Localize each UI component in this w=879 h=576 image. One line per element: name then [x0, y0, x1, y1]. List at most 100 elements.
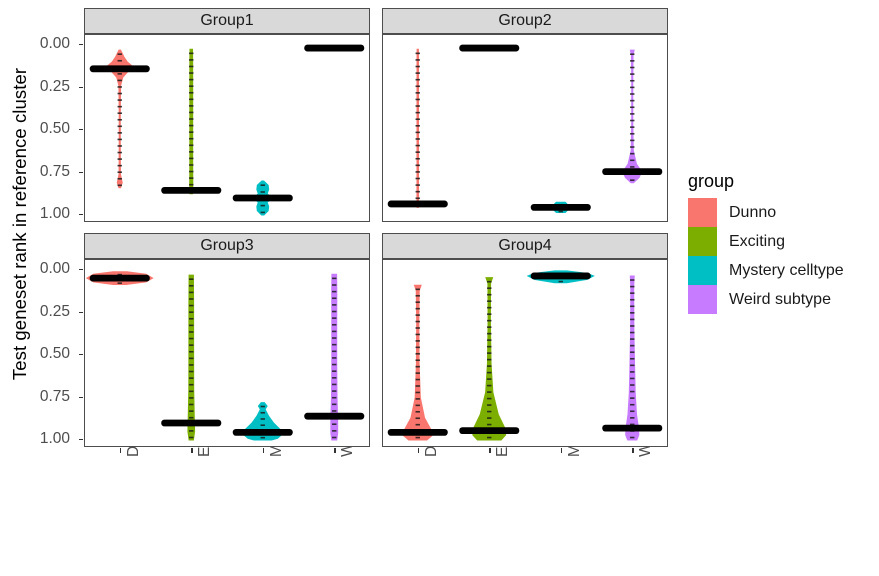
- data-point-tick: [189, 350, 194, 353]
- y-tick-label: 1.00: [39, 430, 70, 447]
- data-point-tick: [630, 338, 635, 340]
- data-point-tick: [630, 86, 635, 89]
- data-point-tick: [117, 105, 122, 108]
- data-point-tick: [487, 332, 492, 335]
- data-point-tick: [117, 145, 122, 147]
- data-point-tick: [260, 211, 265, 214]
- data-point-tick: [487, 365, 492, 367]
- data-point-tick: [117, 59, 122, 62]
- data-point-tick: [189, 98, 194, 101]
- facet-panel-group4: [382, 259, 668, 447]
- data-point-tick: [630, 126, 635, 128]
- data-point-tick: [332, 343, 337, 346]
- data-point-tick: [117, 73, 122, 75]
- median-crossbar: [232, 428, 293, 436]
- data-point-tick: [630, 179, 635, 181]
- data-point-tick: [415, 385, 420, 387]
- data-point-tick: [630, 364, 635, 367]
- data-point-tick: [332, 330, 337, 333]
- y-tick-label: 0.00: [39, 260, 70, 277]
- legend-item-weird-subtype[interactable]: Weird subtype: [688, 285, 844, 314]
- data-point-tick: [415, 301, 420, 304]
- data-point-tick: [630, 99, 635, 102]
- data-point-tick: [630, 397, 635, 399]
- data-point-tick: [189, 410, 194, 412]
- x-tick-mark: [417, 448, 420, 453]
- data-point-tick: [189, 124, 194, 127]
- data-point-tick: [630, 279, 635, 281]
- data-point-tick: [630, 344, 635, 347]
- data-point-tick: [189, 183, 194, 186]
- legend-item-dunno[interactable]: Dunno: [688, 198, 844, 227]
- data-point-tick: [487, 378, 492, 380]
- data-point-tick: [189, 317, 194, 320]
- data-point-tick: [189, 397, 194, 399]
- median-crossbar: [602, 424, 663, 432]
- data-point-tick: [415, 98, 420, 101]
- y-tick-mark: [79, 439, 83, 441]
- data-point-tick: [415, 288, 420, 291]
- data-point-tick: [415, 138, 420, 140]
- violin-weird-subtype: [602, 275, 663, 441]
- legend-item-label: Dunno: [729, 203, 777, 221]
- data-point-tick: [332, 370, 337, 372]
- data-point-tick: [332, 410, 337, 412]
- data-point-tick: [415, 346, 420, 349]
- data-point-tick: [189, 78, 194, 81]
- data-point-tick: [332, 396, 337, 399]
- data-point-tick: [189, 311, 194, 313]
- data-point-tick: [630, 312, 635, 314]
- data-point-tick: [189, 291, 194, 294]
- legend-items: Dunno Exciting Mystery celltype Weird subty…: [688, 198, 844, 314]
- data-point-tick: [260, 436, 265, 439]
- y-tick-label: 0.25: [39, 302, 70, 320]
- data-point-tick: [117, 138, 122, 141]
- data-point-tick: [630, 331, 635, 334]
- data-point-tick: [487, 436, 492, 439]
- violin-mystery-celltype: [232, 402, 293, 441]
- legend-swatch-icon: [688, 256, 717, 285]
- x-tick-mark: [334, 448, 336, 453]
- data-point-tick: [415, 164, 420, 167]
- data-point-tick: [415, 52, 420, 55]
- data-point-tick: [332, 377, 337, 379]
- data-point-tick: [630, 79, 635, 82]
- data-point-tick: [189, 151, 194, 153]
- data-point-tick: [415, 72, 420, 74]
- data-point-tick: [189, 105, 194, 107]
- data-point-tick: [415, 197, 420, 200]
- data-point-tick: [189, 357, 194, 360]
- data-point-tick: [189, 403, 194, 406]
- data-point-tick: [415, 85, 420, 88]
- data-point-tick: [189, 284, 194, 287]
- data-point-tick: [630, 53, 635, 56]
- data-point-tick: [189, 370, 194, 373]
- data-point-tick: [487, 339, 492, 341]
- y-tick-mark: [79, 396, 83, 398]
- data-point-tick: [415, 184, 420, 186]
- data-point-tick: [415, 131, 420, 134]
- data-point-tick: [117, 92, 122, 95]
- data-point-tick: [189, 430, 194, 432]
- y-tick-label: 0.00: [39, 35, 70, 52]
- y-axis-title-text: Test geneset rank in reference cluster: [9, 67, 31, 381]
- data-point-tick: [189, 344, 194, 346]
- data-point-tick: [189, 416, 194, 419]
- legend-item-mystery-celltype[interactable]: Mystery celltype: [688, 256, 844, 285]
- data-point-tick: [189, 137, 194, 140]
- data-point-tick: [189, 72, 194, 74]
- y-tick-mark: [79, 171, 83, 173]
- data-point-tick: [487, 293, 492, 296]
- data-point-tick: [260, 411, 265, 414]
- y-tick-label: 0.75: [39, 387, 70, 405]
- legend-item-exciting[interactable]: Exciting: [688, 227, 844, 256]
- facet-strip-label: Group4: [498, 237, 552, 254]
- data-point-tick: [332, 284, 337, 286]
- legend-item-label: Weird subtype: [729, 290, 831, 308]
- data-point-tick: [117, 151, 122, 154]
- x-tick-mark: [560, 448, 563, 453]
- data-point-tick: [332, 297, 337, 300]
- violin-mystery-celltype: [526, 270, 595, 284]
- data-point-tick: [117, 158, 122, 160]
- y-tick-mark: [79, 354, 83, 356]
